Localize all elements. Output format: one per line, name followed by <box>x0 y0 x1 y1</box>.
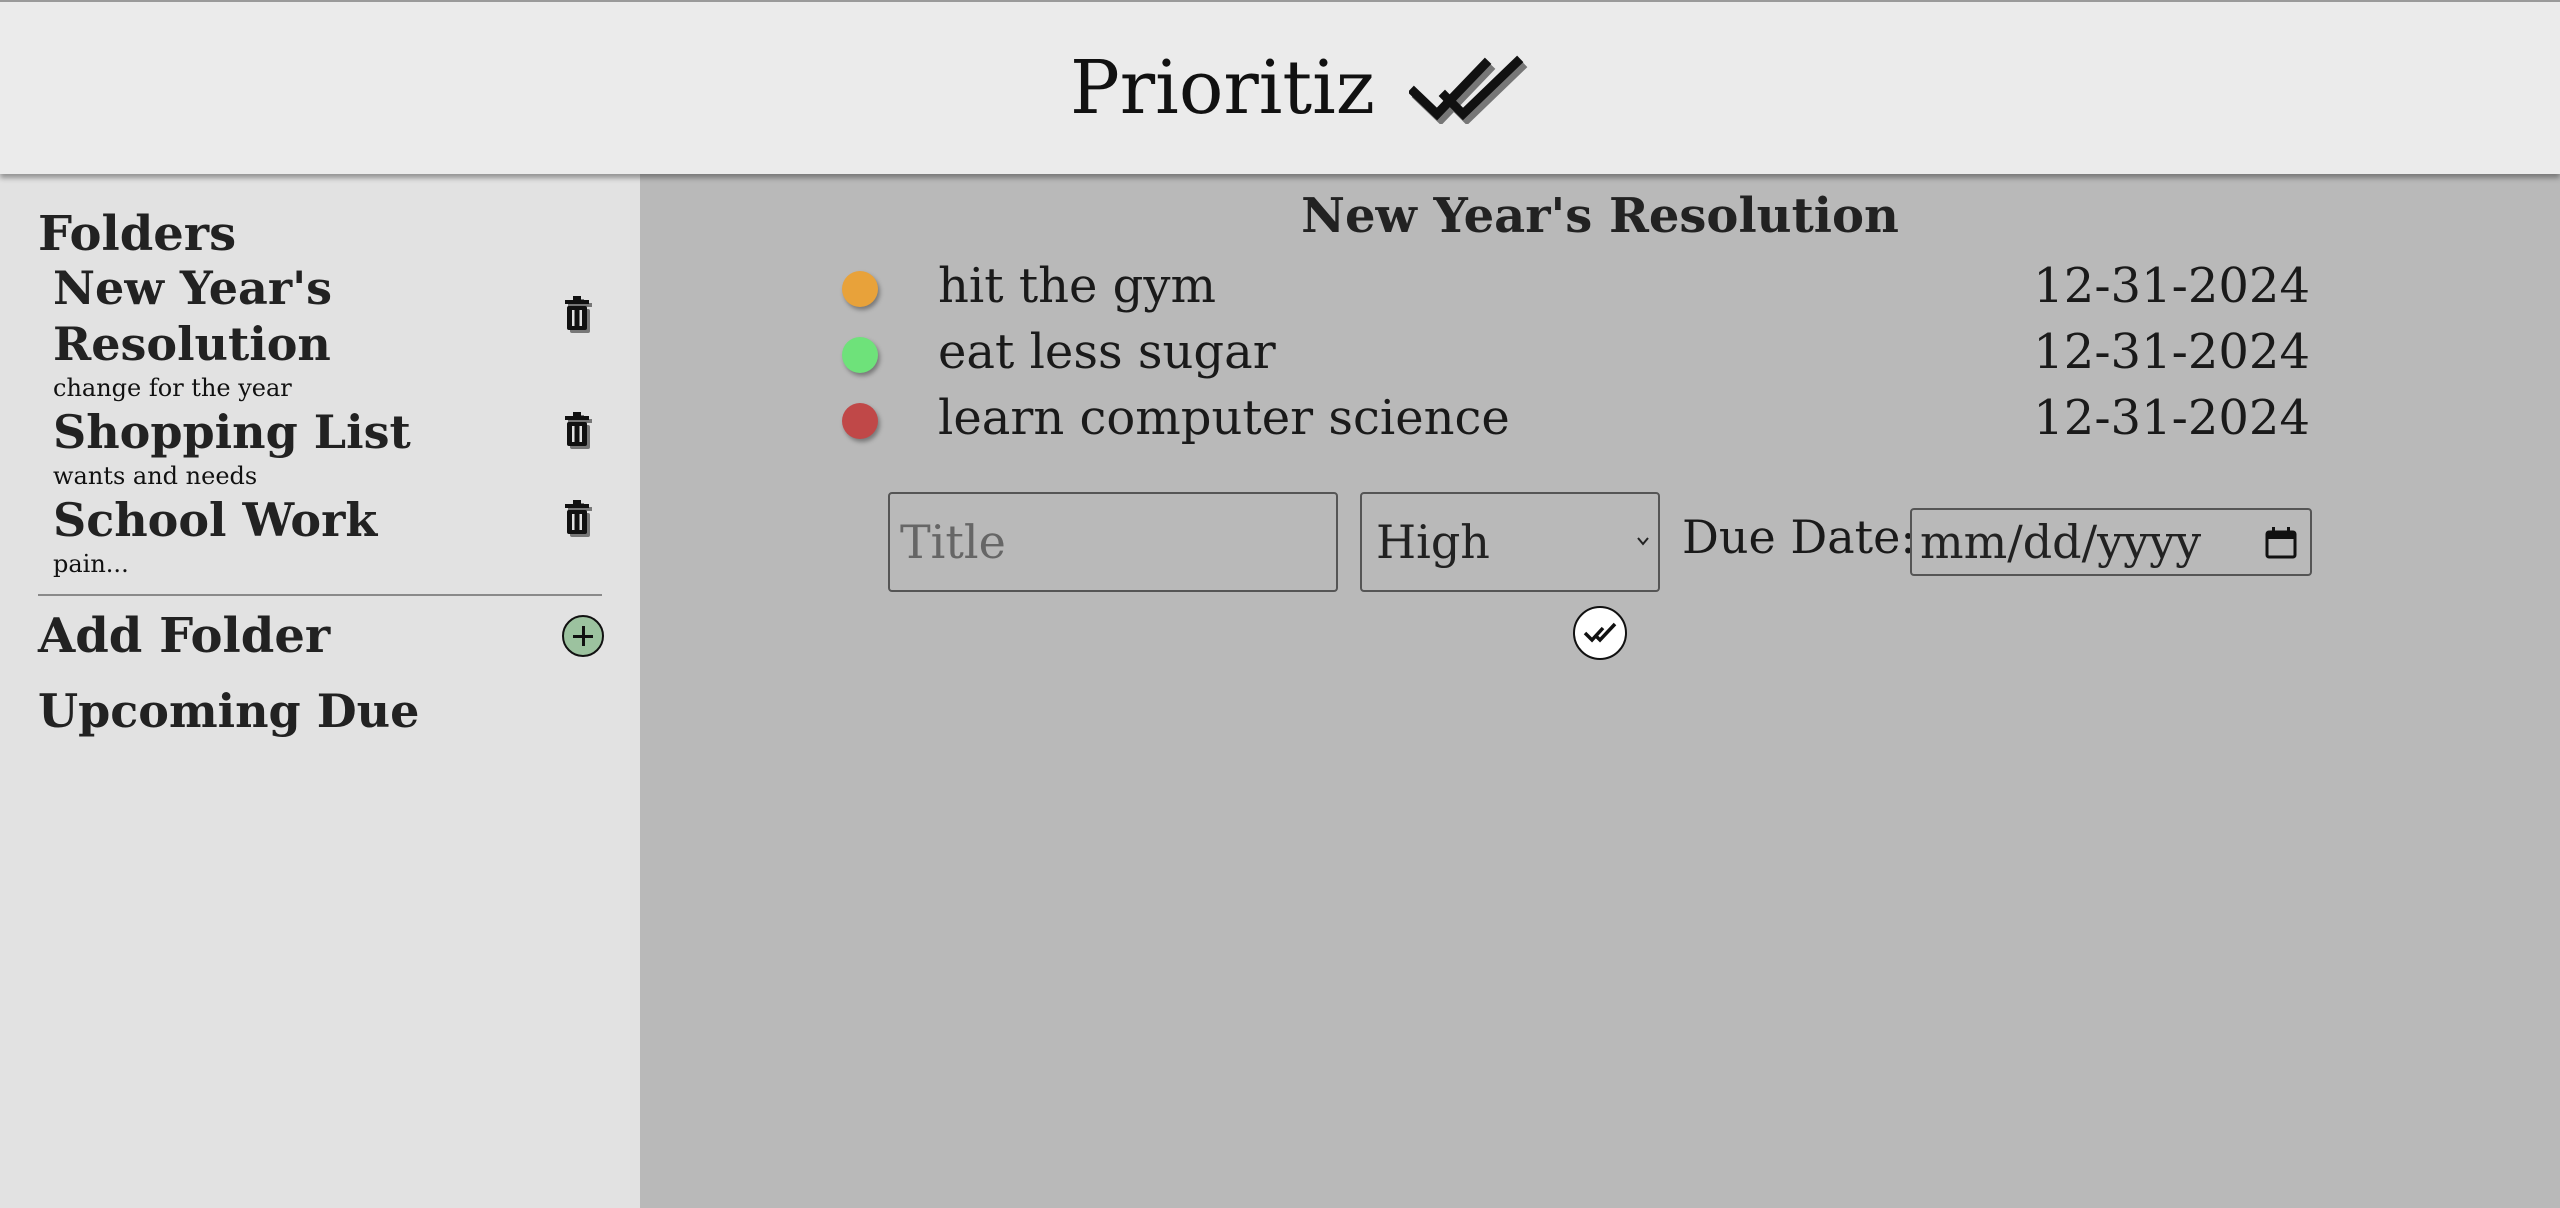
folder-item-school-work[interactable]: School Work pain... <box>0 492 640 580</box>
trash-icon[interactable] <box>562 296 598 336</box>
add-folder-button[interactable]: Add Folder <box>38 606 604 666</box>
main-panel: New Year's Resolution hit the gym 12-31-… <box>640 174 2560 1208</box>
priority-selected-value: High <box>1376 515 1490 569</box>
trash-icon[interactable] <box>562 500 598 540</box>
chevron-down-icon <box>1637 537 1649 546</box>
task-row[interactable]: eat less sugar 12-31-2024 <box>640 322 2560 388</box>
date-placeholder: mm/dd/yyyy <box>1920 515 2202 569</box>
task-title: hit the gym <box>938 258 1217 314</box>
sidebar-divider <box>38 594 602 596</box>
task-title: eat less sugar <box>938 324 1276 380</box>
upcoming-due-link[interactable]: Upcoming Due <box>38 684 419 738</box>
due-date-label: Due Date: <box>1682 510 1916 564</box>
double-check-icon <box>1408 55 1528 124</box>
task-row[interactable]: hit the gym 12-31-2024 <box>640 256 2560 322</box>
task-due-date: 12-31-2024 <box>2033 258 2310 314</box>
folder-item-new-years-resolution[interactable]: New Year's Resolution change for the yea… <box>0 260 640 404</box>
folder-item-shopping-list[interactable]: Shopping List wants and needs <box>0 404 640 492</box>
brand: Prioritiz <box>1070 38 1531 138</box>
sidebar: Folders New Year's Resolution change for… <box>0 174 640 1208</box>
priority-dot <box>842 271 878 307</box>
plus-circle-icon[interactable] <box>562 615 604 657</box>
folder-description: change for the year <box>53 374 292 402</box>
app-title: Prioritiz <box>1070 45 1375 131</box>
task-title: learn computer science <box>938 390 1510 446</box>
folder-title: New Year's Resolution <box>1301 188 1899 244</box>
folder-description: pain... <box>53 550 129 578</box>
priority-dot <box>842 403 878 439</box>
priority-select[interactable]: High <box>1360 492 1660 592</box>
task-row[interactable]: learn computer science 12-31-2024 <box>640 388 2560 454</box>
task-title-input[interactable] <box>888 492 1338 592</box>
folders-heading: Folders <box>38 206 237 262</box>
folder-name[interactable]: School Work <box>53 492 513 548</box>
calendar-icon[interactable] <box>2264 526 2298 560</box>
folder-description: wants and needs <box>53 462 258 490</box>
check-circle-icon <box>1583 622 1617 643</box>
trash-icon[interactable] <box>562 412 598 452</box>
folder-name[interactable]: Shopping List <box>53 404 513 460</box>
new-task-form: High Due Date: mm/dd/yyyy <box>888 492 2388 592</box>
task-due-date: 12-31-2024 <box>2033 390 2310 446</box>
app-header: Prioritiz <box>0 0 2560 174</box>
priority-dot <box>842 337 878 373</box>
add-task-button[interactable] <box>1573 606 1627 660</box>
add-folder-label: Add Folder <box>38 608 331 664</box>
due-date-input[interactable]: mm/dd/yyyy <box>1910 508 2312 576</box>
task-due-date: 12-31-2024 <box>2033 324 2310 380</box>
folder-name[interactable]: New Year's Resolution <box>53 260 513 372</box>
